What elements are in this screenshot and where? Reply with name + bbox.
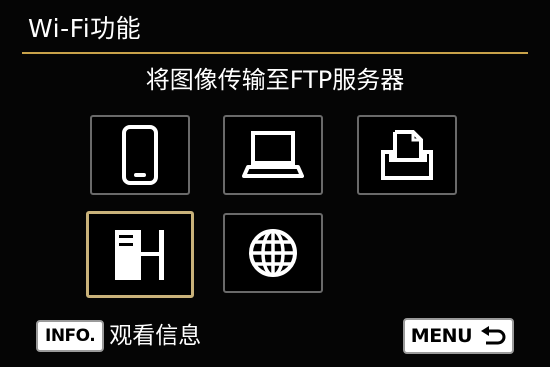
selected-function-label: 将图像传输至FTP服务器 (145, 66, 405, 94)
camera-screen: Wi-Fi功能 将图像传输至FTP服务器 INFO. 观看信息 MENU (0, 0, 550, 367)
ftp-server-icon (115, 229, 164, 280)
info-button[interactable]: INFO. 观看信息 (36, 318, 201, 354)
web-service-tile[interactable] (223, 213, 323, 293)
page-title: Wi-Fi功能 (28, 14, 142, 43)
menu-back-button[interactable]: MENU (402, 318, 514, 354)
computer-icon (242, 131, 304, 178)
ftp-server-tile[interactable] (86, 211, 194, 298)
menu-key-label: MENU (410, 325, 473, 347)
smartphone-tile[interactable] (90, 115, 190, 195)
printer-icon (381, 130, 433, 180)
smartphone-icon (122, 125, 158, 185)
globe-icon (249, 229, 297, 277)
computer-tile[interactable] (223, 115, 323, 195)
info-key-label: INFO. (36, 320, 105, 352)
info-label: 观看信息 (109, 323, 202, 349)
printer-tile[interactable] (357, 115, 457, 195)
title-divider (22, 52, 528, 54)
back-arrow-icon (481, 326, 506, 345)
